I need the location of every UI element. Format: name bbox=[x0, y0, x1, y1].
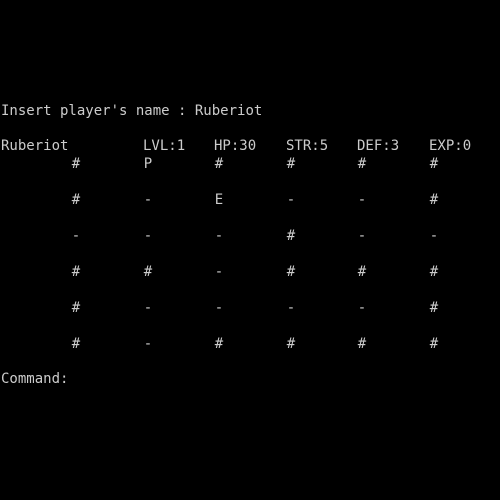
map-cell: # bbox=[286, 228, 296, 244]
map-cell: # bbox=[429, 192, 439, 208]
map-cell: - bbox=[143, 336, 153, 352]
map-cell: - bbox=[71, 228, 81, 244]
name-prompt-label: Insert player's name : bbox=[1, 103, 195, 119]
map-row: # P # # # # bbox=[0, 155, 500, 173]
hp-stat: HP:30 bbox=[214, 138, 257, 154]
map-cell: # bbox=[357, 156, 367, 172]
map-cell: # bbox=[71, 192, 81, 208]
map-cell: - bbox=[357, 228, 367, 244]
map-cell: - bbox=[429, 228, 439, 244]
map-cell: - bbox=[143, 228, 153, 244]
map-cell: P bbox=[143, 156, 153, 172]
map-cell: # bbox=[286, 264, 296, 280]
map-cell: - bbox=[214, 228, 224, 244]
map-cell: # bbox=[286, 336, 296, 352]
level-stat: LVL:1 bbox=[143, 138, 186, 154]
map-cell: # bbox=[429, 156, 439, 172]
map-cell: - bbox=[143, 192, 153, 208]
map-cell: # bbox=[143, 264, 153, 280]
name-input-value: Ruberiot bbox=[194, 103, 263, 119]
map-row: # - # # # # bbox=[0, 335, 500, 353]
map-cell: - bbox=[357, 192, 367, 208]
map-cell: # bbox=[71, 336, 81, 352]
map-cell: # bbox=[71, 264, 81, 280]
map-cell: - bbox=[143, 300, 153, 316]
map-cell: # bbox=[214, 336, 224, 352]
map-cell: - bbox=[357, 300, 367, 316]
strength-stat: STR:5 bbox=[286, 138, 329, 154]
map-cell: # bbox=[71, 300, 81, 316]
map-cell: # bbox=[357, 264, 367, 280]
map-cell: - bbox=[214, 300, 224, 316]
map-cell: # bbox=[71, 156, 81, 172]
map-cell: # bbox=[286, 156, 296, 172]
map-cell: - bbox=[286, 192, 296, 208]
stats-bar: Ruberiot LVL:1 HP:30 STR:5 DEF:3 EXP:0 bbox=[0, 137, 500, 155]
experience-stat: EXP:0 bbox=[429, 138, 472, 154]
map-row: # - - - - # bbox=[0, 299, 500, 317]
map-cell: - bbox=[286, 300, 296, 316]
map-cell: # bbox=[429, 300, 439, 316]
command-prompt: Command: bbox=[1, 371, 69, 387]
map-row: # - E - - # bbox=[0, 191, 500, 209]
map-cell: # bbox=[214, 156, 224, 172]
terminal-window: Insert player's name : Ruberiot Ruberiot… bbox=[0, 0, 500, 500]
map-cell: # bbox=[357, 336, 367, 352]
defense-stat: DEF:3 bbox=[357, 138, 400, 154]
player-name: Ruberiot bbox=[1, 138, 69, 154]
map-cell: # bbox=[429, 336, 439, 352]
name-prompt-line: Insert player's name : Ruberiot bbox=[1, 102, 262, 120]
map-cell: # bbox=[429, 264, 439, 280]
map-row: - - - # - - bbox=[0, 227, 500, 245]
map-cell: E bbox=[214, 192, 224, 208]
map-row: # # - # # # bbox=[0, 263, 500, 281]
map-cell: - bbox=[214, 264, 224, 280]
